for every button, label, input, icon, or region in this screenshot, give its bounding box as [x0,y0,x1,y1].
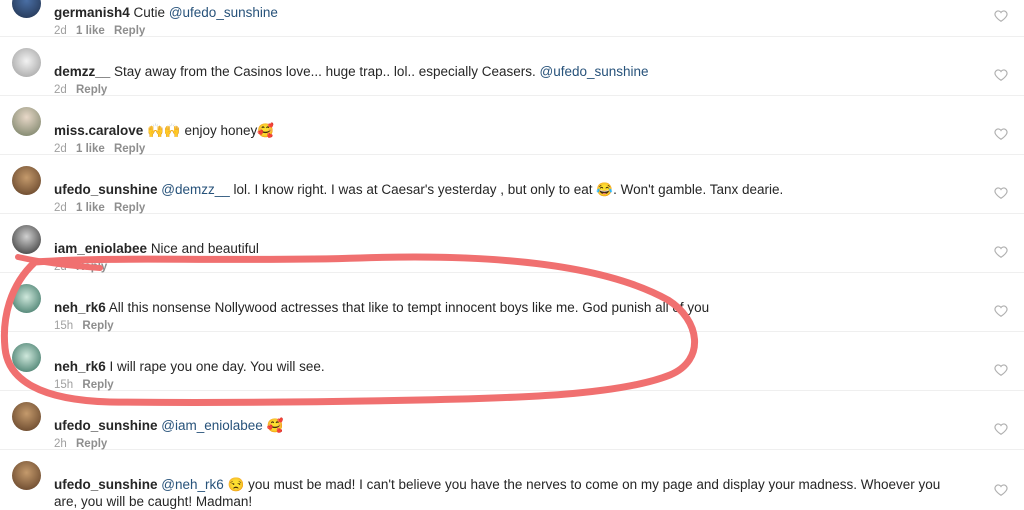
comment-meta: 2d Reply [54,84,107,96]
comment-time: 2h [54,438,67,450]
avatar[interactable] [12,0,41,18]
comment-meta: 2d 1 like Reply [54,143,145,155]
comment-item: miss.caralove 🙌🙌 enjoy honey🥰 2d 1 like … [0,96,1024,155]
heart-icon[interactable] [994,245,1008,259]
comment-meta: 2d Reply [54,261,107,273]
comment-mention[interactable]: @ufedo_sunshine [540,64,649,79]
reply-button[interactable]: Reply [82,320,113,332]
heart-icon[interactable] [994,483,1008,497]
comment-username[interactable]: miss.caralove [54,123,143,138]
reply-button[interactable]: Reply [82,379,113,391]
comment-item: ufedo_sunshine @iam_eniolabee 🥰 2h Reply [0,391,1024,450]
comment-item: ufedo_sunshine @neh_rk6 😒 you must be ma… [0,450,1024,510]
avatar[interactable] [12,343,41,372]
comment-body: 🙌🙌 enjoy honey🥰 [147,123,275,138]
comment-text: germanish4 Cutie @ufedo_sunshine [54,4,962,21]
comment-body: Stay away from the Casinos love... huge … [114,64,540,79]
comment-username[interactable]: neh_rk6 [54,300,106,315]
comment-body: Cutie [133,5,169,20]
comment-username[interactable]: iam_eniolabee [54,241,147,256]
comment-likes[interactable]: 1 like [76,143,105,155]
comment-username[interactable]: germanish4 [54,5,130,20]
comment-time: 15h [54,320,74,332]
reply-button[interactable]: Reply [114,143,145,155]
comment-item: neh_rk6 All this nonsense Nollywood actr… [0,273,1024,332]
comment-mention[interactable]: @iam_eniolabee [161,418,263,433]
comment-username[interactable]: ufedo_sunshine [54,418,158,433]
comment-username[interactable]: ufedo_sunshine [54,477,158,492]
comment-text: ufedo_sunshine @demzz__ lol. I know righ… [54,181,962,198]
comment-list: germanish4 Cutie @ufedo_sunshine 2d 1 li… [0,0,1024,510]
comment-username[interactable]: ufedo_sunshine [54,182,158,197]
avatar[interactable] [12,284,41,313]
heart-icon[interactable] [994,186,1008,200]
comment-time: 2d [54,143,67,155]
comment-item: ufedo_sunshine @demzz__ lol. I know righ… [0,155,1024,214]
comment-body: I will rape you one day. You will see. [109,359,325,374]
comment-body: lol. I know right. I was at Caesar's yes… [229,182,784,197]
reply-button[interactable]: Reply [76,438,107,450]
heart-icon[interactable] [994,363,1008,377]
comment-body: Nice and beautiful [150,241,259,256]
comment-time: 2d [54,261,67,273]
comment-meta: 2d 1 like Reply [54,25,145,37]
comment-meta: 2h Reply [54,438,107,450]
avatar[interactable] [12,225,41,254]
comment-likes[interactable]: 1 like [76,25,105,37]
heart-icon[interactable] [994,304,1008,318]
comment-mention[interactable]: @demzz__ [161,182,229,197]
heart-icon[interactable] [994,9,1008,23]
comment-meta: 15h Reply [54,320,114,332]
reply-button[interactable]: Reply [76,261,107,273]
heart-icon[interactable] [994,127,1008,141]
comment-time: 15h [54,379,74,391]
comment-body: All this nonsense Nollywood actresses th… [108,300,710,315]
comment-text: iam_eniolabee Nice and beautiful [54,240,962,257]
comment-text: ufedo_sunshine @neh_rk6 😒 you must be ma… [54,476,962,510]
reply-button[interactable]: Reply [114,202,145,214]
avatar[interactable] [12,166,41,195]
avatar[interactable] [12,48,41,77]
avatar[interactable] [12,107,41,136]
reply-button[interactable]: Reply [76,84,107,96]
comment-time: 2d [54,202,67,214]
comment-body: 🥰 [262,418,284,433]
comment-time: 2d [54,25,67,37]
comment-meta: 2d 1 like Reply [54,202,145,214]
comment-likes[interactable]: 1 like [76,202,105,214]
avatar[interactable] [12,402,41,431]
comment-text: ufedo_sunshine @iam_eniolabee 🥰 [54,417,962,434]
heart-icon[interactable] [994,68,1008,82]
heart-icon[interactable] [994,422,1008,436]
comment-item: neh_rk6 I will rape you one day. You wil… [0,332,1024,391]
avatar[interactable] [12,461,41,490]
comment-item: demzz__ Stay away from the Casinos love.… [0,37,1024,96]
reply-button[interactable]: Reply [114,25,145,37]
comment-item: germanish4 Cutie @ufedo_sunshine 2d 1 li… [0,0,1024,37]
comment-text: demzz__ Stay away from the Casinos love.… [54,63,962,80]
comment-username[interactable]: demzz__ [54,64,110,79]
comment-text: miss.caralove 🙌🙌 enjoy honey🥰 [54,122,962,139]
comment-text: neh_rk6 I will rape you one day. You wil… [54,358,962,375]
comment-mention[interactable]: @neh_rk6 [161,477,224,492]
comment-mention[interactable]: @ufedo_sunshine [169,5,278,20]
comment-meta: 15h Reply [54,379,114,391]
comment-time: 2d [54,84,67,96]
comment-username[interactable]: neh_rk6 [54,359,106,374]
comment-text: neh_rk6 All this nonsense Nollywood actr… [54,299,962,316]
comment-item: iam_eniolabee Nice and beautiful 2d Repl… [0,214,1024,273]
